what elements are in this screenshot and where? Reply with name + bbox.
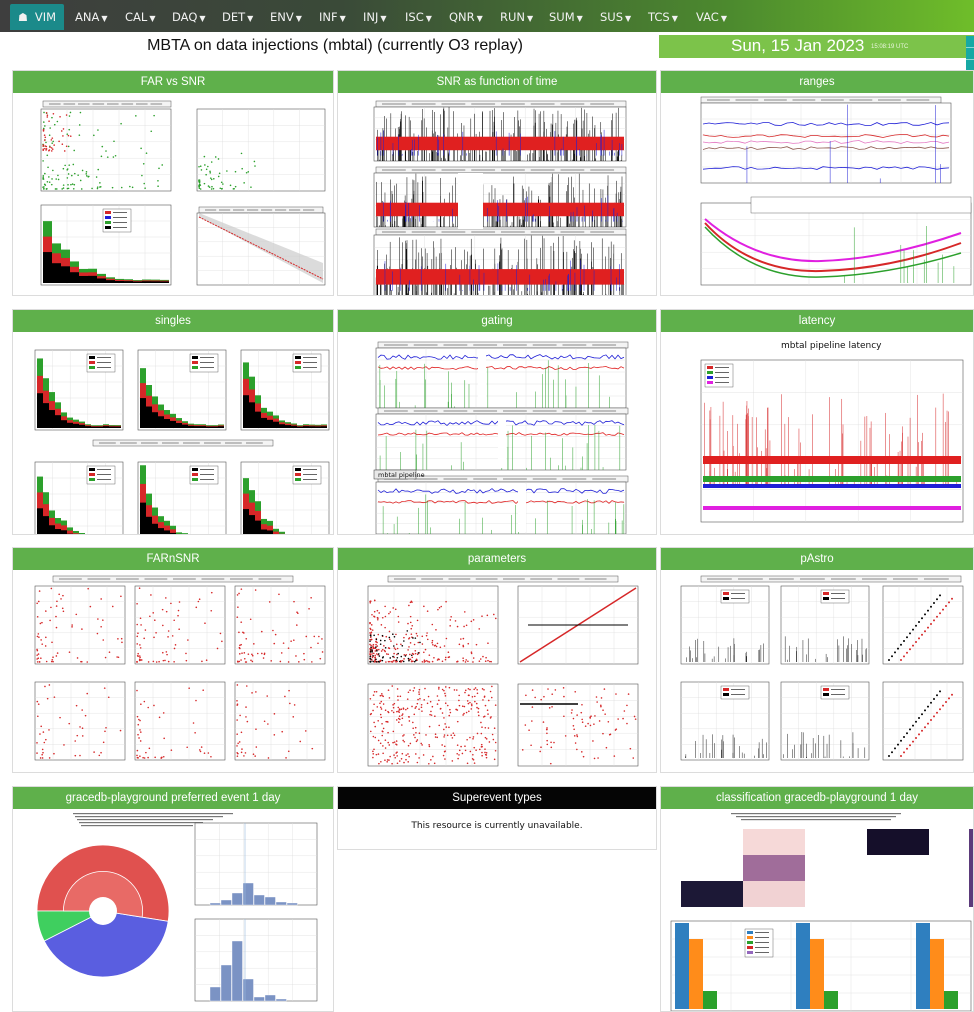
plot-image[interactable] xyxy=(13,93,333,295)
caret-down-icon: ▼ xyxy=(295,14,302,23)
panel-title[interactable]: SNR as function of time xyxy=(338,71,656,93)
caret-down-icon: ▼ xyxy=(149,14,156,23)
svg-text:mbtal pipeline latency: mbtal pipeline latency xyxy=(781,341,882,351)
plot-thumbnail xyxy=(40,100,326,286)
panel-title[interactable]: gracedb-playground preferred event 1 day xyxy=(13,787,333,809)
caret-down-icon: ▼ xyxy=(199,14,206,23)
caret-down-icon: ▼ xyxy=(576,14,583,23)
plot-thumbnail xyxy=(670,813,973,1011)
panel-pastro: pAstro xyxy=(660,547,974,773)
panel-title[interactable]: latency xyxy=(661,310,973,332)
panel-farnsnr: FARnSNR xyxy=(12,547,334,773)
plot-image[interactable]: mbtal pipeline xyxy=(338,332,656,534)
date-banner: Sun, 15 Jan 2023 15:08:19 UTC xyxy=(659,35,974,58)
plot-image[interactable] xyxy=(338,93,656,295)
page-title: MBTA on data injections (mbtal) (current… xyxy=(147,37,523,54)
current-time: 15:08:19 UTC xyxy=(871,44,909,50)
nav-item-daq[interactable]: DAQ ▼ xyxy=(167,6,211,28)
caret-down-icon: ▼ xyxy=(380,14,387,23)
caret-down-icon: ▼ xyxy=(625,14,632,23)
panel-title[interactable]: pAstro xyxy=(661,548,973,570)
caret-down-icon: ▼ xyxy=(476,14,483,23)
caret-down-icon: ▼ xyxy=(425,14,432,23)
plot-thumbnail xyxy=(36,813,318,1002)
plot-image[interactable] xyxy=(13,570,333,772)
home-icon: ☗ xyxy=(18,11,28,24)
plot-thumbnail xyxy=(367,575,639,767)
nav-item-det[interactable]: DET ▼ xyxy=(217,6,258,28)
nav-item-cal[interactable]: CAL ▼ xyxy=(120,6,160,28)
panel-title[interactable]: gating xyxy=(338,310,656,332)
nav-item-tcs[interactable]: TCS ▼ xyxy=(643,6,683,28)
panel-gating: gating mbtal pipeline xyxy=(337,309,657,535)
plot-thumbnail xyxy=(680,575,964,761)
plot-image[interactable] xyxy=(661,93,973,295)
plot-thumbnail xyxy=(700,96,972,286)
nav-item-inf[interactable]: INF ▼ xyxy=(314,6,351,28)
panel-title[interactable]: singles xyxy=(13,310,333,332)
caret-down-icon: ▼ xyxy=(339,14,346,23)
plot-image[interactable] xyxy=(661,570,973,772)
plot-image[interactable] xyxy=(338,570,656,772)
caret-down-icon: ▼ xyxy=(247,14,254,23)
current-date: Sun, 15 Jan 2023 xyxy=(731,36,865,55)
nav-item-env[interactable]: ENV ▼ xyxy=(265,6,307,28)
top-nav: ☗ VIM ANA ▼ CAL ▼ DAQ ▼ DET ▼ ENV ▼ INF ▼ INJ ▼ … xyxy=(0,0,974,32)
plot-thumbnail: mbtal pipeline xyxy=(373,341,629,534)
panel-ranges: ranges xyxy=(660,70,974,296)
plot-image[interactable] xyxy=(13,809,333,1011)
panel-latency: latency mbtal pipeline latency xyxy=(660,309,974,535)
caret-down-icon: ▼ xyxy=(527,14,534,23)
panel-title[interactable]: parameters xyxy=(338,548,656,570)
svg-text:mbtal pipeline: mbtal pipeline xyxy=(378,471,425,479)
nav-item-run[interactable]: RUN ▼ xyxy=(495,6,538,28)
panel-far-vs-snr: FAR vs SNR xyxy=(12,70,334,296)
nav-item-ana[interactable]: ANA ▼ xyxy=(70,6,113,28)
panel-classification: classification gracedb-playground 1 day xyxy=(660,786,974,1012)
panel-snr-time: SNR as function of time xyxy=(337,70,657,296)
nav-item-inj[interactable]: INJ ▼ xyxy=(358,6,392,28)
caret-down-icon: ▼ xyxy=(101,14,108,23)
plot-thumbnail xyxy=(373,100,627,295)
caret-down-icon: ▼ xyxy=(720,14,727,23)
nav-item-vac[interactable]: VAC ▼ xyxy=(691,6,732,28)
panel-gracedb-preferred: gracedb-playground preferred event 1 day xyxy=(12,786,334,1012)
panel-title[interactable]: FAR vs SNR xyxy=(13,71,333,93)
plot-image[interactable] xyxy=(661,809,973,1011)
nav-item-qnr[interactable]: QNR ▼ xyxy=(444,6,488,28)
panel-superevent-types: Superevent types This resource is curren… xyxy=(337,786,657,850)
panel-singles: singles xyxy=(12,309,334,535)
panel-title[interactable]: Superevent types xyxy=(338,787,656,809)
unavailable-message: This resource is currently unavailable. xyxy=(411,821,583,831)
panel-title[interactable]: classification gracedb-playground 1 day xyxy=(661,787,973,809)
nav-item-vim[interactable]: ☗ VIM xyxy=(10,4,65,30)
plot-thumbnail xyxy=(34,349,330,534)
panel-title[interactable]: ranges xyxy=(661,71,973,93)
panel-parameters: parameters xyxy=(337,547,657,773)
plot-thumbnail: mbtal pipeline latency xyxy=(700,341,964,523)
panel-title[interactable]: FARnSNR xyxy=(13,548,333,570)
nav-item-isc[interactable]: ISC ▼ xyxy=(400,6,437,28)
plot-image[interactable]: mbtal pipeline latency xyxy=(661,332,973,534)
caret-down-icon: ▼ xyxy=(671,14,678,23)
plot-image[interactable] xyxy=(13,332,333,534)
nav-item-sus[interactable]: SUS ▼ xyxy=(595,6,636,28)
nav-item-sum[interactable]: SUM ▼ xyxy=(544,6,588,28)
plot-thumbnail xyxy=(34,575,326,761)
